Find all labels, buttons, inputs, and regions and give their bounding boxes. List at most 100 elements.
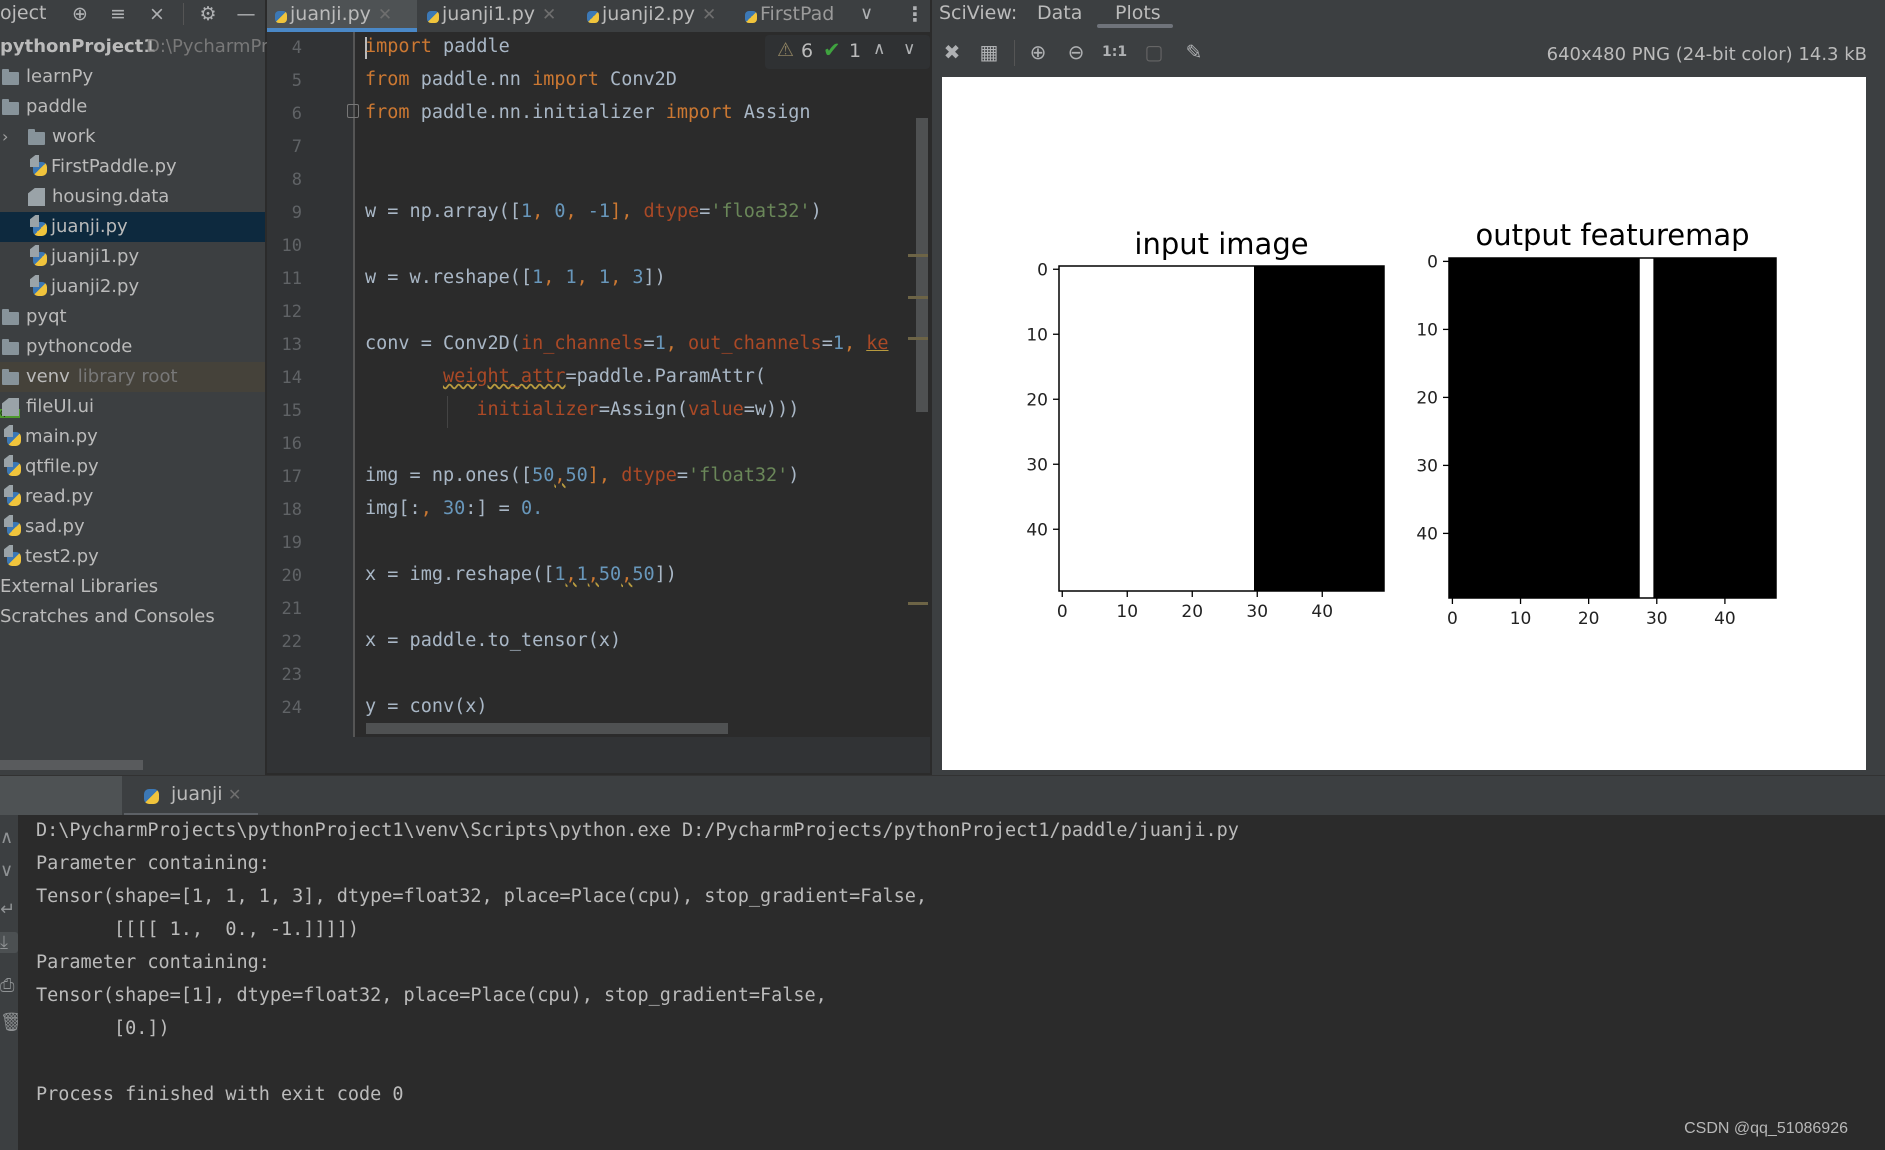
code-line-14: weight_attr=paddle.ParamAttr( <box>442 366 766 387</box>
grid-icon[interactable]: ▦ <box>977 40 1001 64</box>
y-tick-label: 30 <box>1416 456 1438 476</box>
tree-item-label: pythoncode <box>26 336 133 357</box>
tab-juanji-py[interactable]: juanji.py ✕ <box>267 0 417 32</box>
error-stripe-marker[interactable] <box>908 602 928 605</box>
expand-chevron-icon[interactable]: › <box>2 122 8 152</box>
tab-data[interactable]: Data <box>1037 0 1082 26</box>
error-stripe-marker[interactable] <box>908 254 928 257</box>
tree-item[interactable]: test2.py <box>0 542 265 572</box>
chevron-down-icon[interactable]: ∨ <box>860 0 873 32</box>
plot-image[interactable]: input image 0 10 20 30 40 0 10 20 30 40 output fe… <box>942 77 1866 770</box>
minimize-icon[interactable]: — <box>234 3 258 25</box>
up-icon[interactable]: ∧ <box>0 827 18 848</box>
locate-icon[interactable]: ⊕ <box>68 3 92 25</box>
collapse-all-icon[interactable]: ⨯ <box>145 3 169 25</box>
y-tick-label: 0 <box>1427 252 1438 272</box>
indent-guide <box>447 396 448 428</box>
tree-item[interactable]: main.py <box>0 422 265 452</box>
actual-size-icon[interactable]: 1:1 <box>1102 40 1127 64</box>
tree-item[interactable]: pyqt <box>0 302 265 332</box>
warning-icon: ⚠ <box>777 39 795 61</box>
fold-icon[interactable] <box>347 104 359 118</box>
line-number: 23 <box>281 665 302 685</box>
line-number: 11 <box>281 269 302 289</box>
project-panel-title[interactable]: oject <box>0 2 47 24</box>
heatmap-background <box>1449 258 1776 598</box>
tree-item[interactable]: FirstPaddle.py <box>0 152 265 182</box>
zoom-out-icon[interactable]: ⊖ <box>1064 40 1088 64</box>
tab-plots[interactable]: Plots <box>1115 0 1161 26</box>
run-tab-juanji[interactable]: juanji ✕ <box>124 776 258 816</box>
console-line: Tensor(shape=[1], dtype=float32, place=P… <box>36 985 827 1006</box>
next-highlight-icon[interactable]: ∨ <box>903 39 915 59</box>
tree-item[interactable]: juanji.py <box>0 212 265 242</box>
editor-vertical-scrollbar[interactable] <box>916 118 928 412</box>
console-line: Parameter containing: <box>36 952 270 973</box>
tree-item[interactable]: pythoncode <box>0 332 265 362</box>
tab-label: juanji1.py <box>442 3 535 25</box>
tab-juanji2-py[interactable]: juanji2.py ✕ <box>579 0 731 32</box>
sidebar-horizontal-scrollbar[interactable] <box>0 760 143 770</box>
line-number: 14 <box>281 368 302 388</box>
gear-icon[interactable]: ⚙ <box>196 3 220 25</box>
code-line-4: import paddle <box>365 36 510 57</box>
python-file-icon <box>7 522 21 536</box>
x-tick-label: 30 <box>1646 609 1668 629</box>
folder-icon <box>2 309 19 325</box>
soft-wrap-icon[interactable]: ↵ <box>0 899 18 920</box>
inspection-widget[interactable]: ⚠ 6 ✔ 1 ∧ ∨ <box>765 35 930 69</box>
tree-item[interactable]: qtfile.py <box>0 452 265 482</box>
tree-item[interactable]: paddle <box>0 92 265 122</box>
tree-item[interactable]: learnPy <box>0 62 265 92</box>
close-tab-icon[interactable]: ✕ <box>702 5 716 25</box>
tree-item[interactable]: venv library root <box>0 362 265 392</box>
fit-to-window-icon[interactable]: ✖ <box>940 40 964 64</box>
x-tick-label: 30 <box>1246 602 1268 622</box>
error-stripe-marker[interactable] <box>908 296 928 299</box>
close-tab-icon[interactable]: ✕ <box>542 5 556 25</box>
code-line-22: x = paddle.to_tensor(x) <box>365 630 622 651</box>
tree-item-label: juanji1.py <box>51 246 140 267</box>
error-stripe-marker[interactable] <box>908 337 928 340</box>
editor-horizontal-scrollbar[interactable] <box>366 723 728 734</box>
delete-icon[interactable]: 🗑 <box>0 1012 23 1033</box>
plots-toolbar: ✖ ▦ ⊕ ⊖ 1:1 ▢ ✎ 640x480 PNG (24-bit colo… <box>932 36 1885 70</box>
tree-item[interactable]: read.py <box>0 482 265 512</box>
tree-item-label: test2.py <box>25 546 99 567</box>
console-line[interactable]: D:\PycharmProjects\pythonProject1\venv\S… <box>36 820 1239 841</box>
code-line-18: img[:, 30:] = 0. <box>365 498 544 519</box>
tree-item[interactable]: housing.data <box>0 182 265 212</box>
background-icon[interactable]: ▢ <box>1142 40 1166 64</box>
tree-item-label: fileUI.ui <box>26 396 95 417</box>
print-icon[interactable]: ⎙ <box>0 975 18 996</box>
tree-item[interactable]: QtfileUI.ui <box>0 392 265 422</box>
tree-item[interactable]: › work <box>0 122 265 152</box>
tree-item[interactable]: juanji2.py <box>0 272 265 302</box>
tree-item[interactable]: juanji1.py <box>0 242 265 272</box>
scroll-to-end-icon[interactable]: ⤓ <box>0 932 18 953</box>
heatmap-cell-block <box>1059 266 1254 591</box>
zoom-in-icon[interactable]: ⊕ <box>1026 40 1050 64</box>
editor-tab-bar: juanji.py ✕ juanji1.py ✕ juanji2.py ✕ First… <box>267 0 930 32</box>
line-number: 19 <box>281 533 302 553</box>
tree-item-label: venv library root <box>26 366 178 387</box>
tree-item[interactable]: Scratches and Consoles <box>0 602 265 632</box>
tab-juanji1-py[interactable]: juanji1.py ✕ <box>419 0 571 32</box>
tree-item-label: juanji2.py <box>51 276 140 297</box>
tree-item[interactable]: External Libraries <box>0 572 265 602</box>
python-file-icon <box>427 11 439 23</box>
kebab-menu-icon[interactable]: ⋮ <box>905 0 925 32</box>
python-file-icon <box>33 252 47 266</box>
color-picker-icon[interactable]: ✎ <box>1182 40 1206 64</box>
x-tick-label: 0 <box>1447 609 1458 629</box>
down-icon[interactable]: ∨ <box>0 860 18 881</box>
tab-firstpaddle-py[interactable]: FirstPad <box>737 0 847 32</box>
close-tab-icon[interactable]: ✕ <box>228 785 241 804</box>
tree-item[interactable]: sad.py <box>0 512 265 542</box>
tree-root-project[interactable]: pythonProject1 D:\PycharmPro <box>0 32 279 62</box>
previous-highlight-icon[interactable]: ∧ <box>873 39 885 59</box>
gutter-separator <box>353 32 355 737</box>
y-tick-label: 40 <box>1416 524 1438 544</box>
expand-all-icon[interactable]: ≡ <box>106 3 130 25</box>
close-tab-icon[interactable]: ✕ <box>378 5 392 25</box>
